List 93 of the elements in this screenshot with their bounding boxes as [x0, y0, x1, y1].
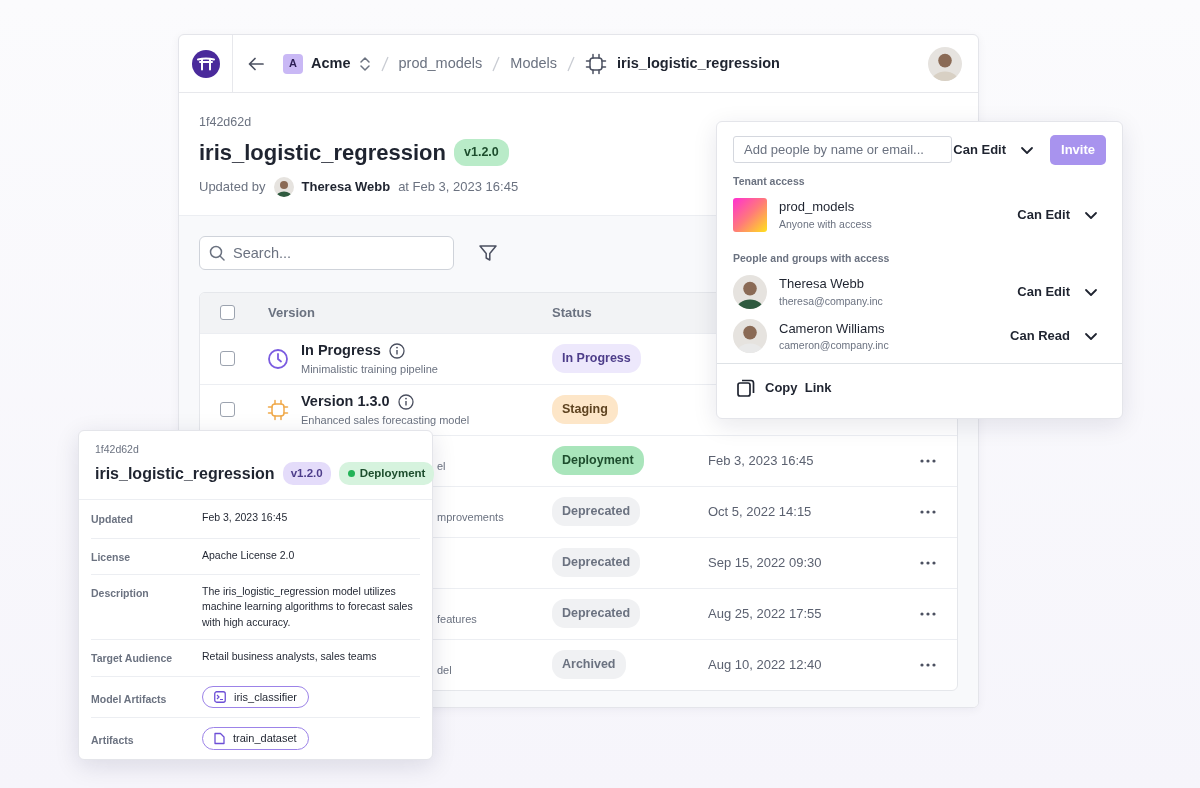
invite-field[interactable]: Add people by name or email... [733, 136, 952, 164]
breadcrumb-link[interactable]: prod_models [398, 52, 483, 75]
permission-dropdown[interactable]: Can Edit [953, 140, 1035, 160]
status-badge: Deprecated [552, 497, 641, 527]
model-title: iris_logistic_regression [199, 138, 446, 167]
avatar [273, 176, 294, 197]
version-badge: v1.2.0 [454, 138, 509, 166]
member-name: Cameron Williams [779, 319, 886, 338]
column-header: Status [552, 305, 592, 320]
more-icon[interactable] [918, 610, 937, 617]
select-all-checkbox[interactable] [220, 305, 235, 321]
field-label: Updated [91, 511, 134, 527]
filter-icon[interactable] [478, 242, 498, 263]
chip-icon [585, 52, 608, 75]
info-icon[interactable] [397, 393, 414, 410]
column-header: Version [268, 305, 315, 320]
status-badge: Deployment [552, 446, 644, 476]
field-label: License [91, 549, 132, 565]
version-description: Minimalistic training pipeline [301, 362, 438, 378]
workspace-badge: A [283, 53, 303, 74]
version-name[interactable]: In Progress [301, 339, 381, 362]
field-label: Target Audience [91, 650, 174, 666]
permission-dropdown[interactable]: Can Edit [1017, 282, 1098, 302]
member-name: Theresa Webb [779, 275, 866, 294]
permission-dropdown[interactable]: Can Read [1010, 326, 1098, 346]
field-value: The iris_logistic_regression model utilizes machine learning algorithms to forecast sales with high accuracy. [202, 584, 414, 630]
version-name[interactable]: Version 1.3.0 [301, 390, 390, 413]
member-detail: theresa@company.inc [779, 293, 883, 309]
breadcrumb-link[interactable]: Models [510, 52, 558, 75]
version-description: del [437, 663, 452, 676]
avatar [733, 274, 767, 309]
field-value: Apache License 2.0 [202, 547, 295, 563]
breadcrumb-current: iris_logistic_regression [617, 53, 780, 73]
status-badge: Staging [552, 395, 618, 425]
avatar [733, 319, 767, 354]
row-checkbox[interactable] [220, 402, 235, 418]
updated-date: at Feb 3, 2023 16:45 [398, 178, 519, 196]
status-badge: Archived [552, 650, 626, 680]
slash-icon [567, 54, 576, 73]
field-value: Feb 3, 2023 16:45 [202, 509, 288, 525]
more-icon[interactable] [918, 457, 937, 464]
updated-date: Feb 3, 2023 16:45 [708, 453, 814, 468]
status-badge: Deprecated [552, 599, 641, 629]
logo-icon [191, 49, 220, 78]
copy-icon [737, 378, 755, 397]
more-icon[interactable] [918, 661, 937, 668]
updated-date: Aug 25, 2022 17:55 [708, 606, 822, 621]
chevron-down-icon [1084, 330, 1098, 343]
info-icon[interactable] [388, 342, 405, 359]
copy-link-button[interactable]: Copy Link [737, 377, 832, 398]
search-field[interactable]: Search... [199, 235, 454, 270]
clock-icon [267, 347, 289, 370]
permission-dropdown[interactable]: Can Edit [1017, 205, 1098, 225]
version-description: mprovements [437, 510, 504, 523]
version-description: features [437, 612, 477, 625]
field-value: Retail business analysts, sales teams [202, 648, 377, 664]
field-label: Artifacts [91, 733, 135, 749]
model-id: 1f42d62d [199, 114, 253, 131]
version-description: el [437, 459, 446, 472]
artifact-chip[interactable]: iris_classifier [202, 685, 309, 709]
updated-date: Oct 5, 2022 14:15 [708, 504, 812, 519]
member-detail: Anyone with access [779, 216, 872, 232]
workspace-name[interactable]: Acme [311, 52, 351, 75]
member-detail: cameron@company.inc [779, 338, 889, 353]
status-badge: Deprecated [552, 548, 641, 578]
tenant-avatar [733, 197, 767, 232]
model-id: 1f42d62d [95, 442, 140, 457]
updated-label: Updated by [199, 178, 266, 196]
field-label: Model Artifacts [91, 691, 168, 707]
section-label: Tenant access [733, 173, 806, 189]
status-badge: In Progress [552, 344, 641, 374]
more-icon[interactable] [918, 559, 937, 566]
updated-date: Sep 15, 2022 09:30 [708, 555, 822, 570]
slash-icon [492, 54, 501, 73]
row-checkbox[interactable] [220, 351, 235, 367]
slash-icon [380, 54, 389, 73]
avatar [928, 46, 962, 81]
section-label: People and groups with access [733, 250, 891, 266]
file-icon [214, 731, 225, 745]
member-name: prod_models [779, 198, 856, 217]
version-description: Enhanced sales forecasting model [301, 413, 470, 429]
search-icon [209, 244, 225, 261]
more-icon[interactable] [918, 508, 937, 515]
updated-date: Aug 10, 2022 12:40 [708, 657, 822, 672]
status-badge: Deployment [338, 462, 435, 486]
updated-by-name[interactable]: Theresa Webb [301, 177, 391, 197]
switch-icon[interactable] [358, 54, 371, 73]
version-badge: v1.2.0 [282, 462, 331, 486]
artifact-chip[interactable]: train_dataset [202, 727, 309, 750]
model-title: iris_logistic_regression [95, 463, 275, 484]
terminal-icon [214, 690, 226, 703]
field-label: Description [91, 586, 150, 602]
chip-icon [267, 398, 289, 421]
